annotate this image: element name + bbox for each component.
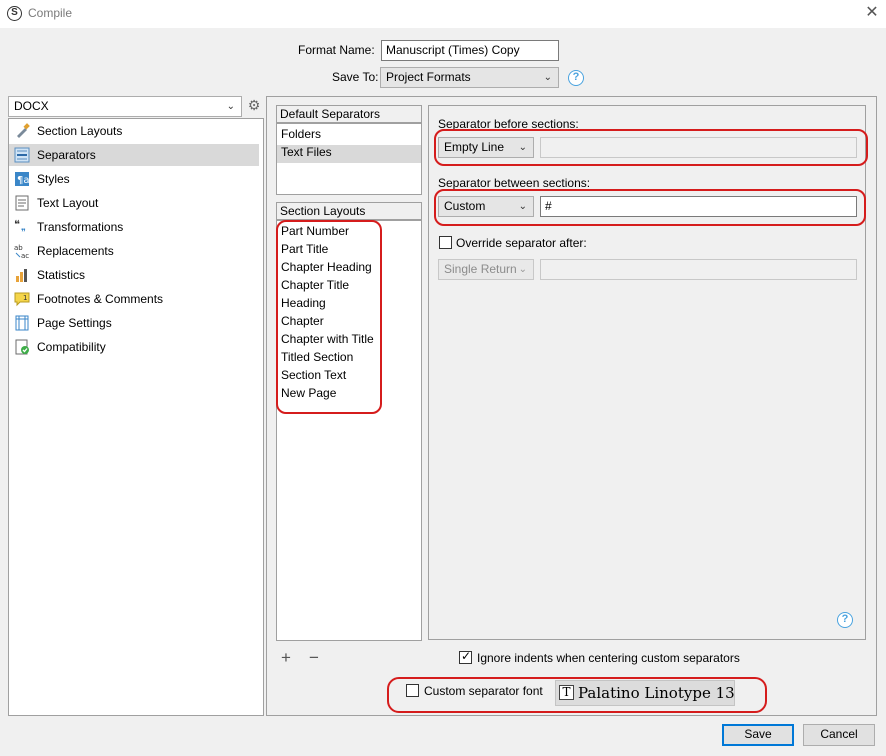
brush-icon [17, 123, 30, 138]
separator-between-highlight-ring [434, 189, 866, 226]
sidebar-item-replacements[interactable]: ab ac Replacements [9, 240, 259, 262]
font-picker-button[interactable]: T Palatino Linotype 13 [555, 680, 735, 706]
compatibility-check-icon [15, 339, 29, 355]
default-separators-header: Default Separators [276, 105, 422, 123]
chevron-down-icon: ⌄ [518, 264, 527, 275]
sidebar-item-separators[interactable]: Separators [9, 144, 259, 166]
ignore-indents-checkbox[interactable] [459, 649, 472, 664]
separator-before-highlight-ring [434, 129, 868, 166]
save-to-value: Project Formats [386, 70, 471, 84]
paragraph-styles-icon: ¶a [15, 172, 30, 186]
replace-ab-ac-icon: abac [14, 244, 29, 259]
default-separators-list: Folders Text Files [276, 123, 422, 195]
save-button[interactable]: Save [722, 724, 794, 746]
sidebar-item-label: Statistics [37, 268, 86, 282]
override-separator-checkbox[interactable] [439, 236, 452, 249]
help-icon[interactable]: ? [837, 612, 853, 628]
override-separator-value: Single Return [444, 262, 517, 276]
font-t-icon: T [559, 685, 574, 700]
save-to-label: Save To: [332, 70, 379, 84]
svg-text:❞: ❞ [21, 228, 26, 235]
separators-icon [14, 147, 30, 163]
list-item-text-files[interactable]: Text Files [277, 145, 421, 163]
cancel-button[interactable]: Cancel [803, 724, 875, 746]
sidebar-item-label: Styles [37, 172, 70, 186]
sidebar-item-compatibility[interactable]: Compatibility [9, 336, 259, 358]
chevron-down-icon: ⌄ [543, 72, 552, 83]
document-icon [15, 195, 29, 211]
sidebar-item-label: Replacements [37, 244, 114, 258]
window-title: Compile [28, 6, 73, 20]
svg-text:❝: ❝ [14, 219, 20, 231]
sidebar-item-label: Text Layout [37, 196, 99, 210]
sidebar-item-section-layouts[interactable]: Section Layouts [9, 120, 259, 142]
page-grid-icon [15, 315, 29, 331]
override-separator-select[interactable]: Single Return ⌄ [438, 259, 534, 280]
custom-separator-font-label: Custom separator font [424, 684, 543, 698]
format-type-value: DOCX [14, 99, 49, 113]
sidebar-item-styles[interactable]: ¶a Styles [9, 168, 259, 190]
sidebar-item-transformations[interactable]: ❝ ❞ Transformations [9, 216, 259, 238]
format-name-label: Format Name: [298, 43, 375, 57]
scrivener-logo-icon: S [7, 6, 22, 21]
sidebar-item-label: Compatibility [37, 340, 106, 354]
sidebar-panel: Section Layouts Separators ¶a Styles Tex… [8, 118, 264, 716]
gear-icon[interactable]: ⚙ [246, 97, 262, 113]
sidebar-item-statistics[interactable]: Statistics [9, 264, 259, 286]
sidebar-item-label: Page Settings [37, 316, 112, 330]
sidebar-item-text-layout[interactable]: Text Layout [9, 192, 259, 214]
save-to-select[interactable]: Project Formats ⌄ [380, 67, 559, 88]
override-separator-custom-input[interactable] [540, 259, 857, 280]
quotes-transform-icon: ❝❞ [14, 219, 26, 235]
section-layouts-highlight-ring [276, 220, 382, 414]
sidebar-item-footnotes-comments[interactable]: 1 Footnotes & Comments [9, 288, 259, 310]
format-name-input[interactable]: Manuscript (Times) Copy [381, 40, 559, 61]
ignore-indents-label: Ignore indents when centering custom sep… [477, 651, 740, 665]
remove-button[interactable]: − [309, 648, 319, 668]
font-value: Palatino Linotype 13 [578, 684, 735, 702]
bar-chart-icon [16, 269, 27, 282]
sidebar-item-label: Section Layouts [37, 124, 123, 138]
title-bar: S Compile ✕ [0, 0, 886, 28]
sidebar-item-page-settings[interactable]: Page Settings [9, 312, 259, 334]
svg-text:ac: ac [21, 252, 29, 259]
sidebar-item-label: Footnotes & Comments [37, 292, 164, 306]
svg-text:ab: ab [14, 244, 23, 252]
sidebar-item-label: Transformations [37, 220, 124, 234]
svg-text:1: 1 [23, 294, 27, 302]
help-icon[interactable]: ? [568, 70, 584, 86]
sidebar-item-label: Separators [37, 148, 96, 162]
section-layouts-header: Section Layouts [276, 202, 422, 220]
override-separator-label: Override separator after: [456, 236, 587, 250]
separator-between-label: Separator between sections: [438, 176, 591, 190]
list-item-folders[interactable]: Folders [277, 127, 421, 145]
comment-icon: 1 [14, 292, 30, 307]
format-type-select[interactable]: DOCX ⌄ [8, 96, 242, 117]
add-button[interactable]: + [281, 648, 291, 668]
chevron-down-icon: ⌄ [226, 101, 235, 112]
svg-text:¶a: ¶a [17, 175, 30, 186]
custom-separator-font-checkbox[interactable] [406, 684, 419, 697]
close-icon[interactable]: ✕ [862, 3, 882, 23]
